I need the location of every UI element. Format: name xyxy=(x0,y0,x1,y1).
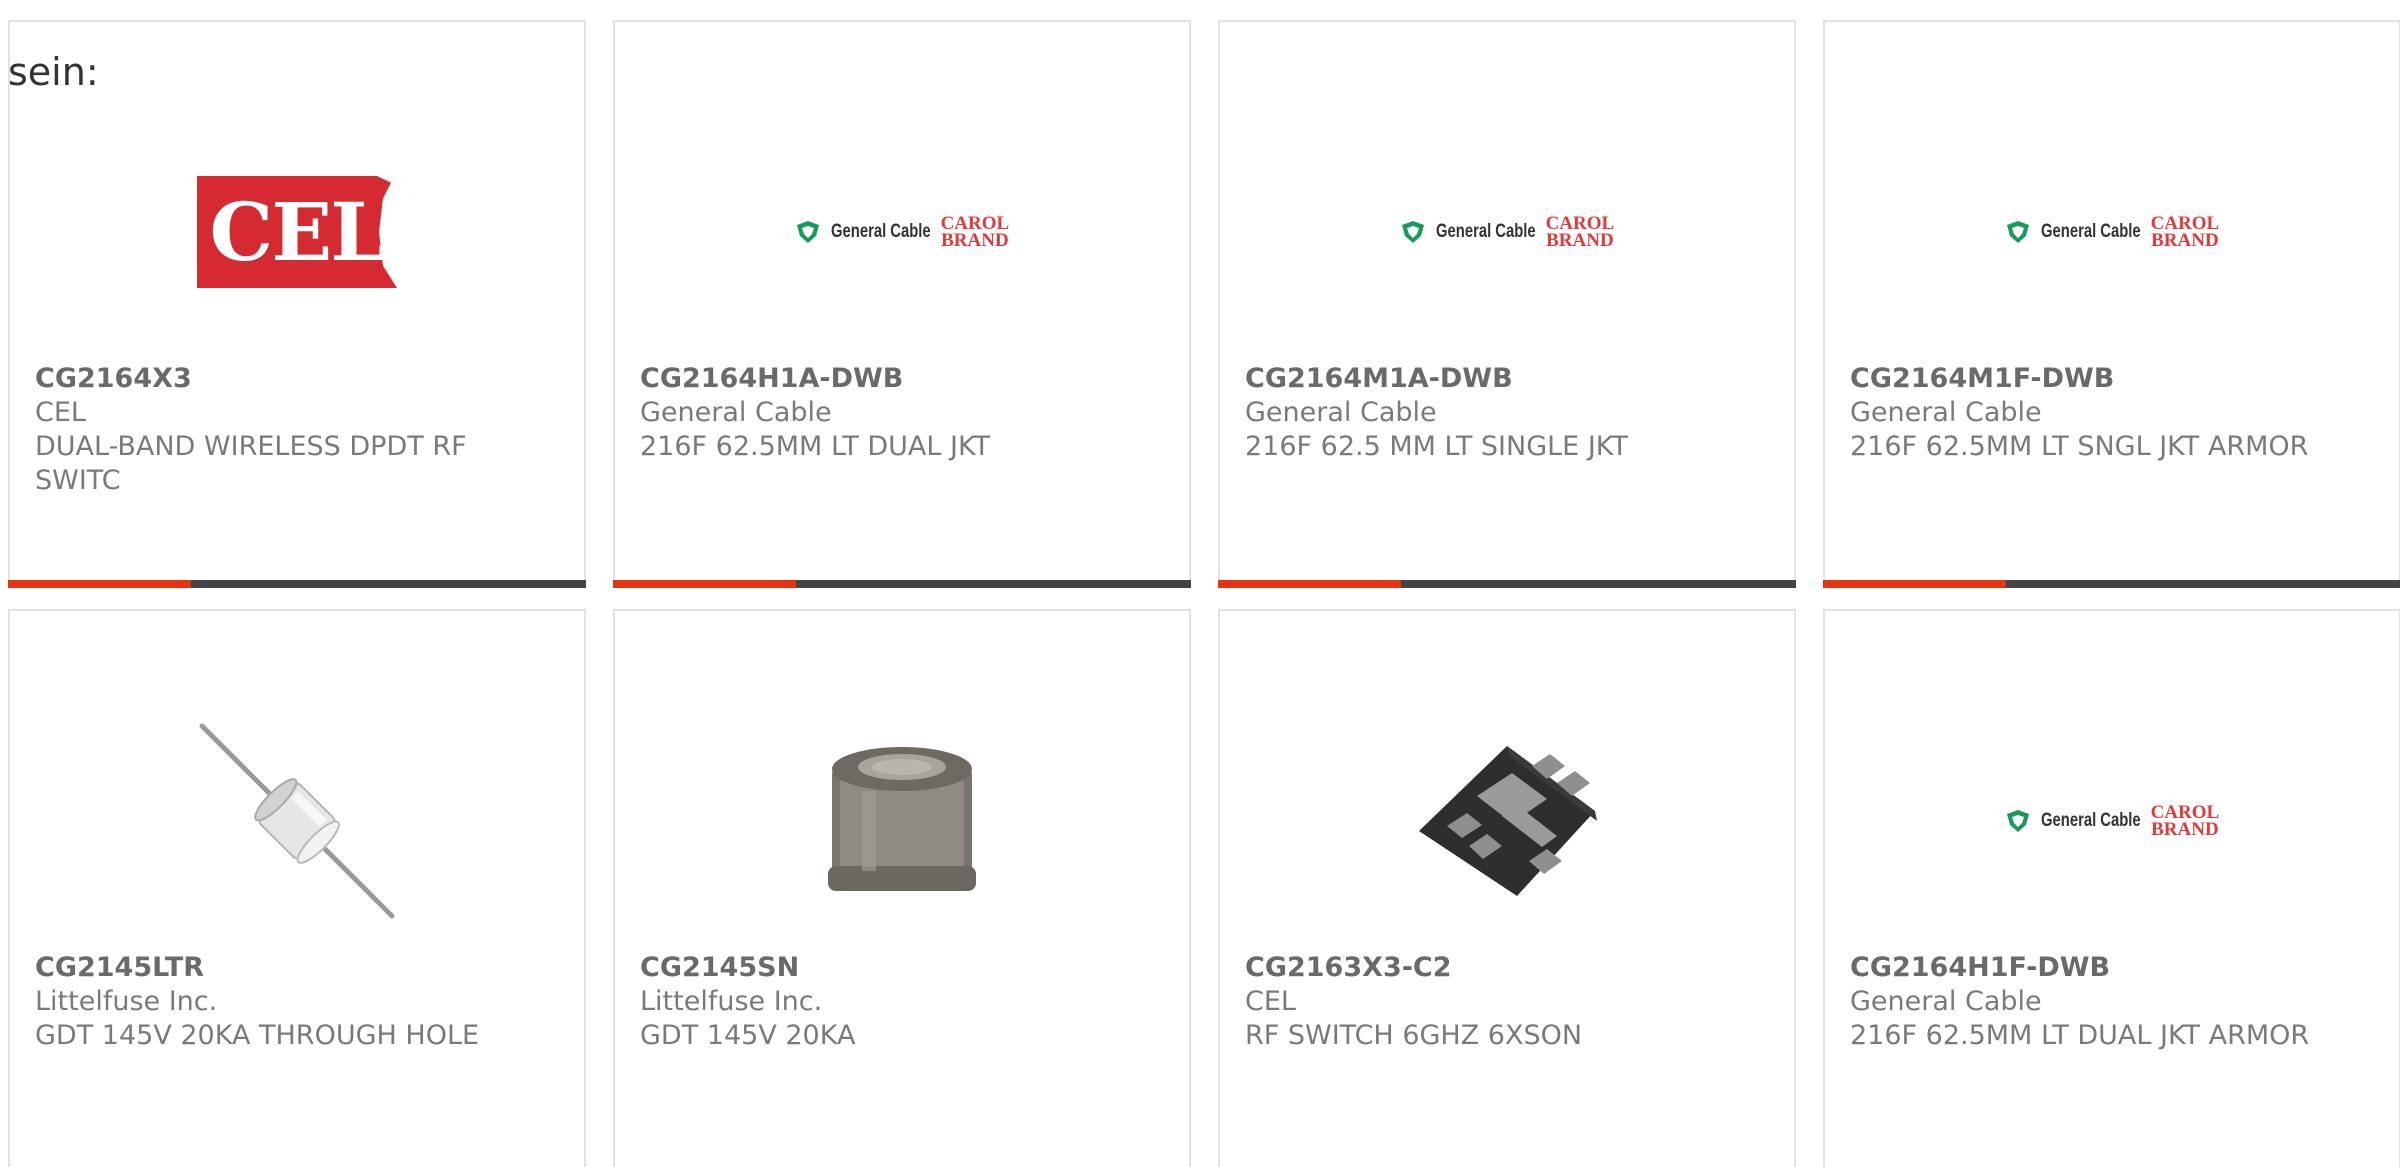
product-card[interactable]: CG2145SN Littelfuse Inc. GDT 145V 20KA xyxy=(613,609,1191,1167)
manufacturer: CEL xyxy=(1245,986,1296,1017)
product-image[interactable] xyxy=(802,721,1002,921)
product-info: CG2164H1A-DWB General Cable 216F 62.5MM … xyxy=(640,362,1129,464)
gdt-cylinder-photo xyxy=(828,747,976,891)
product-image[interactable]: General Cable CAROL BRAND xyxy=(796,132,1009,332)
manufacturer: General Cable xyxy=(640,397,832,428)
gdt-axial-photo xyxy=(199,723,395,919)
product-image[interactable]: General Cable CAROL BRAND xyxy=(1401,132,1614,332)
card-bottom-bar xyxy=(8,580,586,588)
general-cable-logo: General Cable CAROL BRAND xyxy=(2005,214,2219,250)
product-info: CG2164X3 CEL DUAL-BAND WIRELESS DPDT RF … xyxy=(35,362,524,498)
card-bottom-bar xyxy=(1823,580,2400,588)
shield-icon xyxy=(2006,810,2029,832)
description: RF SWITCH 6GHZ 6XSON xyxy=(1245,1020,1583,1051)
product-card[interactable]: CG2163X3-C2 CEL RF SWITCH 6GHZ 6XSON xyxy=(1218,609,1796,1167)
part-number[interactable]: CG2164M1A-DWB xyxy=(1245,362,1734,396)
intro-text: sein: xyxy=(8,50,99,94)
general-cable-logo: General Cable CAROL BRAND xyxy=(1400,214,1614,250)
product-image[interactable] xyxy=(197,721,397,921)
product-info: CG2145SN Littelfuse Inc. GDT 145V 20KA xyxy=(640,951,1129,1053)
product-card[interactable]: General Cable CAROL BRAND CG2164M1F-DWB G… xyxy=(1823,20,2400,588)
part-number[interactable]: CG2164H1F-DWB xyxy=(1850,951,2339,985)
product-info: CG2164H1F-DWB General Cable 216F 62.5MM … xyxy=(1850,951,2339,1053)
part-number[interactable]: CG2145LTR xyxy=(35,951,524,985)
manufacturer: General Cable xyxy=(1850,986,2042,1017)
part-number[interactable]: CG2164X3 xyxy=(35,362,524,396)
description: 216F 62.5MM LT SNGL JKT ARMOR xyxy=(1850,431,2309,462)
part-number[interactable]: CG2164M1F-DWB xyxy=(1850,362,2339,396)
product-info: CG2164M1F-DWB General Cable 216F 62.5MM … xyxy=(1850,362,2339,464)
description: GDT 145V 20KA xyxy=(640,1020,856,1051)
product-image[interactable] xyxy=(1407,721,1607,921)
manufacturer: Littelfuse Inc. xyxy=(640,986,823,1017)
card-bar-accent xyxy=(613,580,796,588)
description: 216F 62.5 MM LT SINGLE JKT xyxy=(1245,431,1628,462)
manufacturer: CEL xyxy=(35,397,86,428)
cel-logo: CEL xyxy=(197,176,397,288)
son-package-photo xyxy=(1419,746,1597,896)
product-info: CG2145LTR Littelfuse Inc. GDT 145V 20KA … xyxy=(35,951,524,1053)
shield-icon xyxy=(796,221,819,243)
card-bar-accent xyxy=(1218,580,1401,588)
product-card[interactable]: General Cable CAROL BRAND CG2164H1F-DWB G… xyxy=(1823,609,2400,1167)
description: DUAL-BAND WIRELESS DPDT RF SWITC xyxy=(35,431,467,496)
description: 216F 62.5MM LT DUAL JKT xyxy=(640,431,991,462)
part-number[interactable]: CG2164H1A-DWB xyxy=(640,362,1129,396)
card-bottom-bar xyxy=(1218,580,1796,588)
product-info: CG2164M1A-DWB General Cable 216F 62.5 MM… xyxy=(1245,362,1734,464)
product-card[interactable]: CG2145LTR Littelfuse Inc. GDT 145V 20KA … xyxy=(8,609,586,1167)
product-image[interactable]: General Cable CAROL BRAND xyxy=(2006,721,2219,921)
part-number[interactable]: CG2163X3-C2 xyxy=(1245,951,1734,985)
shield-icon xyxy=(1401,221,1424,243)
card-bar-accent xyxy=(1823,580,2006,588)
card-bottom-bar xyxy=(613,580,1191,588)
product-card[interactable]: CEL CG2164X3 CEL DUAL-BAND WIRELESS DPDT… xyxy=(8,20,586,588)
general-cable-logo: General Cable CAROL BRAND xyxy=(795,214,1009,250)
product-image[interactable]: CEL xyxy=(197,132,397,332)
manufacturer: Littelfuse Inc. xyxy=(35,986,218,1017)
part-number[interactable]: CG2145SN xyxy=(640,951,1129,985)
manufacturer: General Cable xyxy=(1850,397,2042,428)
description: GDT 145V 20KA THROUGH HOLE xyxy=(35,1020,480,1051)
product-image[interactable]: General Cable CAROL BRAND xyxy=(2006,132,2219,332)
product-card[interactable]: General Cable CAROL BRAND CG2164M1A-DWB G… xyxy=(1218,20,1796,588)
card-bar-accent xyxy=(8,580,191,588)
description: 216F 62.5MM LT DUAL JKT ARMOR xyxy=(1850,1020,2310,1051)
shield-icon xyxy=(2006,221,2029,243)
product-info: CG2163X3-C2 CEL RF SWITCH 6GHZ 6XSON xyxy=(1245,951,1734,1053)
product-grid: CEL CG2164X3 CEL DUAL-BAND WIRELESS DPDT… xyxy=(8,20,2400,1167)
manufacturer: General Cable xyxy=(1245,397,1437,428)
general-cable-logo: General Cable CAROL BRAND xyxy=(2005,803,2219,839)
page: sein: CEL CG2164X3 CEL DUAL-BAND WIRELES… xyxy=(0,0,2400,1167)
product-card[interactable]: General Cable CAROL BRAND CG2164H1A-DWB G… xyxy=(613,20,1191,588)
